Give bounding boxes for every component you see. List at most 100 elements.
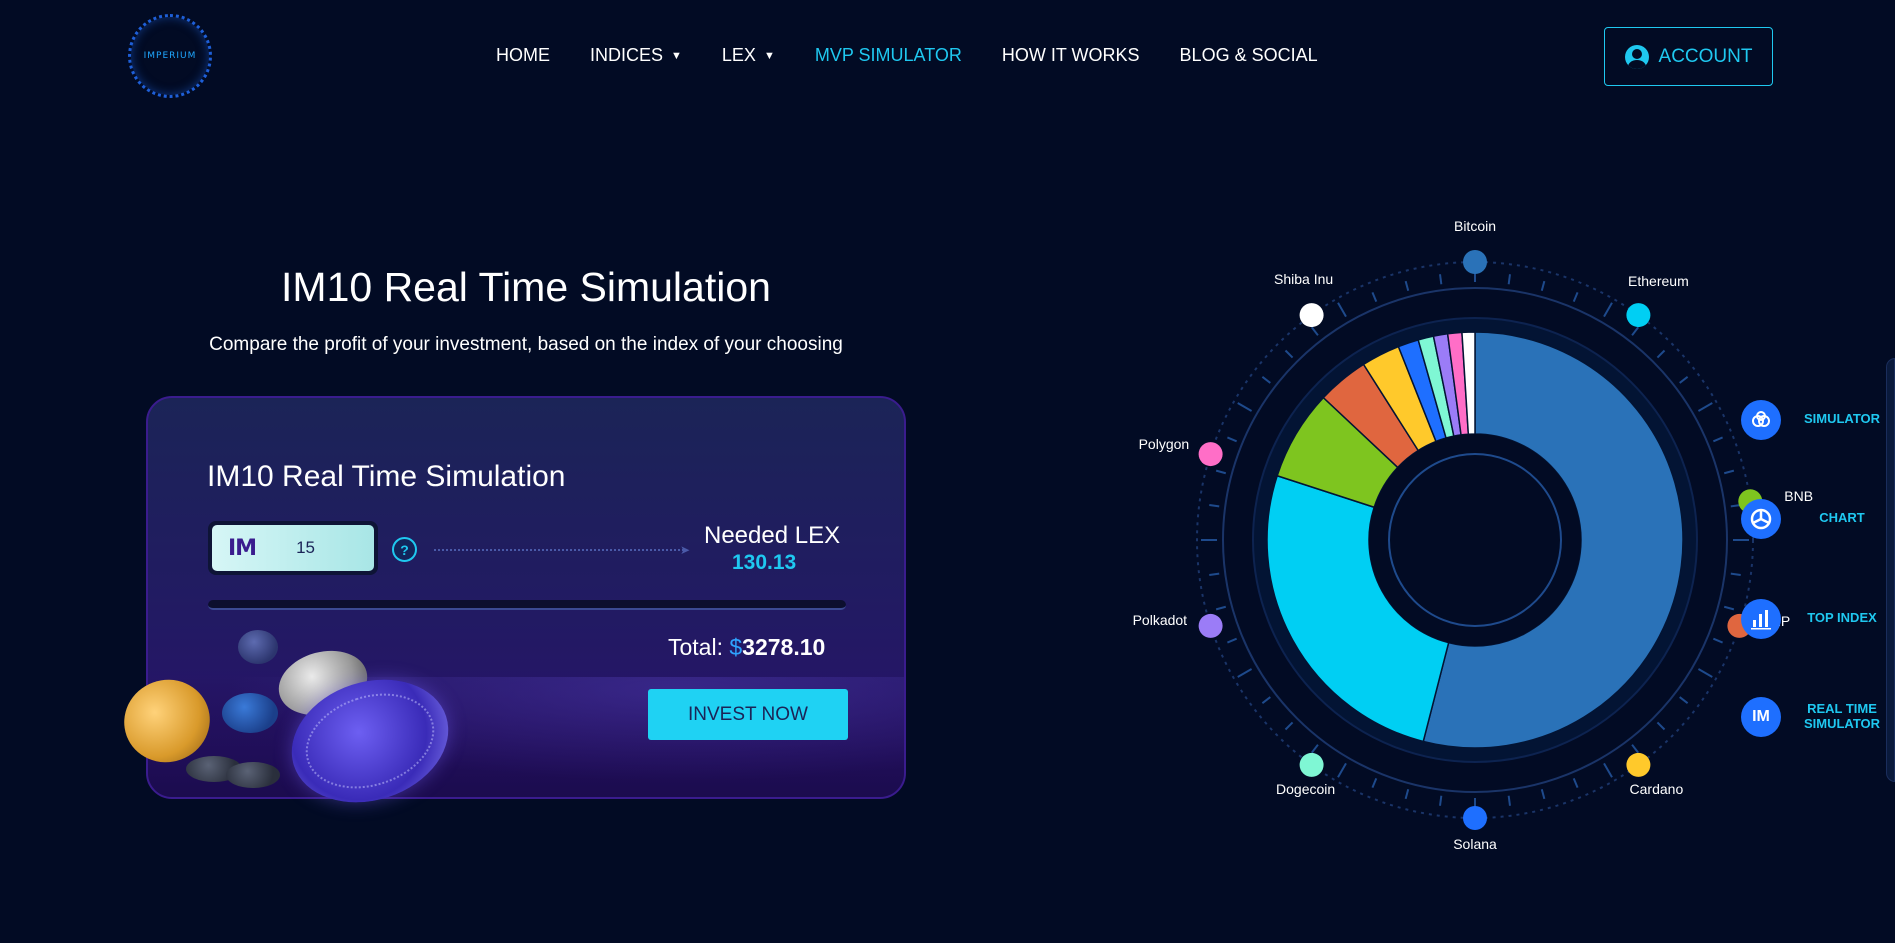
ring-tick	[1540, 788, 1546, 800]
nav-mvp-simulator[interactable]: MVP SIMULATOR	[815, 45, 962, 66]
side-simulator[interactable]: SIMULATOR	[1741, 400, 1880, 440]
side-scroll-handle[interactable]	[1886, 358, 1895, 782]
ring-tick	[1723, 605, 1735, 611]
chart-label-dogecoin: Dogecoin	[1276, 780, 1336, 797]
imperium-logo[interactable]: IMPERIUM	[128, 14, 212, 98]
chart-label-ethereum: Ethereum	[1628, 273, 1689, 290]
marker-cardano[interactable]	[1626, 752, 1651, 777]
marker-polygon[interactable]	[1198, 442, 1223, 467]
ring-tick	[1209, 504, 1220, 508]
ring-tick	[1439, 795, 1443, 806]
ring-tick	[1311, 744, 1319, 754]
ring-tick	[1631, 326, 1639, 336]
chart-label-bitcoin: Bitcoin	[1453, 218, 1497, 234]
ring-tick	[1237, 668, 1253, 678]
ring-tick	[1284, 721, 1294, 731]
ring-tick	[1631, 744, 1639, 754]
ring-tick	[1697, 402, 1713, 412]
marker-solana[interactable]	[1463, 806, 1487, 830]
chevron-down-icon: ▼	[763, 49, 775, 62]
nav-blog-social-label: BLOG & SOCIAL	[1179, 45, 1318, 65]
chart-label-shiba-inu: Shiba Inu	[1274, 271, 1334, 288]
account-label: ACCOUNT	[1658, 45, 1753, 67]
ring-tick	[1209, 572, 1220, 576]
ring-tick	[1337, 762, 1347, 778]
chevron-down-icon: ▼	[671, 49, 682, 62]
nav-mvp-simulator-label: MVP SIMULATOR	[814, 45, 962, 65]
ring-tick	[1723, 469, 1735, 475]
ring-tick	[1572, 777, 1579, 788]
marker-dogecoin[interactable]	[1299, 752, 1324, 777]
marker-ethereum[interactable]	[1626, 303, 1651, 328]
chart-label-cardano: Cardano	[1629, 780, 1684, 797]
ring-tick	[1227, 637, 1238, 644]
side-chart-label: CHART	[1819, 510, 1865, 525]
side-top-index[interactable]: TOP INDEX	[1741, 599, 1877, 639]
ring-tick	[1215, 469, 1227, 475]
total-label: Total:	[668, 634, 723, 660]
ring-tick	[1656, 721, 1666, 731]
nav-blog-social[interactable]: BLOG & SOCIAL	[1180, 45, 1318, 66]
ring-tick	[1337, 302, 1347, 318]
page-title: IM10 Real Time Simulation	[281, 264, 771, 310]
ring-tick	[1371, 292, 1378, 303]
total-value: 3278.10	[742, 634, 826, 660]
logo-text: IMPERIUM	[143, 51, 197, 61]
nav-how-it-works[interactable]: HOW IT WORKS	[1002, 45, 1140, 66]
ring-tick	[1237, 402, 1253, 412]
invest-now-button[interactable]: INVEST NOW	[648, 689, 848, 740]
nav-home-label: HOME	[496, 45, 550, 65]
bar-chart-icon	[1741, 599, 1781, 639]
progress-divider	[208, 600, 846, 610]
marker-shiba-inu[interactable]	[1299, 303, 1324, 328]
chart-icon	[1741, 499, 1781, 539]
ring-tick	[1311, 326, 1319, 336]
ring-tick	[1603, 762, 1613, 778]
help-icon[interactable]: ?	[392, 537, 417, 562]
simulator-icon	[1741, 400, 1781, 440]
card-title: IM10 Real Time Simulation	[207, 460, 566, 493]
side-real-time-simulator-label: REAL TIME SIMULATOR	[1803, 701, 1881, 731]
needed-lex-value: 130.13	[732, 551, 797, 574]
im-logo-icon: IM	[228, 535, 257, 561]
ring-tick	[1679, 696, 1689, 704]
ring-tick	[1284, 349, 1294, 359]
marker-bitcoin[interactable]	[1463, 250, 1487, 274]
side-real-time-simulator[interactable]: IM REAL TIME SIMULATOR	[1741, 697, 1880, 737]
ring-tick	[1261, 376, 1271, 384]
nav-home[interactable]: HOME	[496, 45, 550, 66]
ring-tick	[1572, 292, 1579, 303]
im-icon: IM	[1741, 697, 1781, 737]
ring-tick	[1540, 280, 1546, 292]
account-button[interactable]: ACCOUNT	[1604, 27, 1773, 86]
ring-tick	[1227, 436, 1238, 443]
ring-tick	[1603, 302, 1613, 318]
ring-tick	[1404, 280, 1410, 292]
marker-polkadot[interactable]	[1198, 613, 1223, 638]
main-nav: HOME INDICES ▼ LEX ▼ MVP SIMULATOR HOW IT …	[496, 45, 1318, 66]
total-display: Total: $3278.10	[668, 634, 825, 661]
ring-tick	[1712, 436, 1723, 443]
side-top-index-label: TOP INDEX	[1807, 610, 1877, 625]
side-chart[interactable]: CHART	[1741, 499, 1865, 539]
amount-value[interactable]: 15	[296, 538, 315, 558]
ring-tick	[1697, 668, 1713, 678]
ring-tick	[1404, 788, 1410, 800]
nav-indices[interactable]: INDICES ▼	[590, 45, 682, 66]
page-subtitle: Compare the profit of your investment, b…	[209, 334, 843, 355]
coin-illustration	[222, 693, 278, 733]
nav-lex[interactable]: LEX ▼	[722, 45, 775, 66]
ring-tick	[1215, 605, 1227, 611]
chart-label-solana: Solana	[1453, 836, 1497, 852]
chart-label-polkadot: Polkadot	[1132, 611, 1188, 628]
coin-illustration	[226, 762, 280, 788]
total-currency: $	[729, 634, 743, 660]
index-donut-chart	[1196, 250, 1763, 830]
ring-tick	[1439, 274, 1443, 285]
ring-tick	[1679, 376, 1689, 384]
ring-tick	[1730, 572, 1741, 576]
amount-input[interactable]: IM 15	[208, 521, 378, 575]
ring-tick	[1261, 696, 1271, 704]
arrow-right-icon: ➤	[680, 543, 691, 557]
chart-label-bnb: BNB	[1784, 488, 1814, 505]
